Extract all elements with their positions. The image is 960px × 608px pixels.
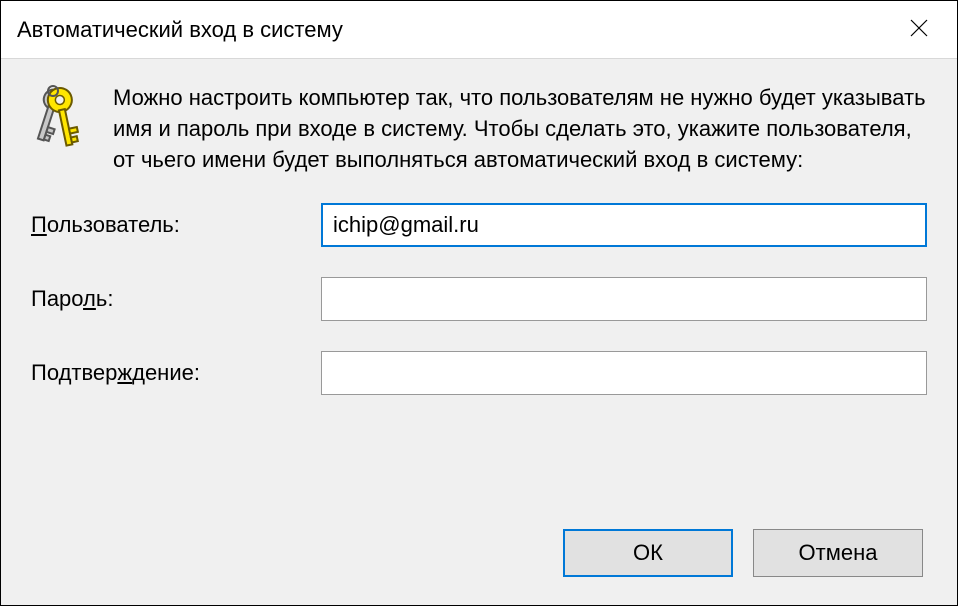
password-row: Пароль: bbox=[31, 277, 927, 321]
user-row: Пользователь: bbox=[31, 203, 927, 247]
titlebar: Автоматический вход в систему bbox=[1, 1, 957, 59]
password-input[interactable] bbox=[321, 277, 927, 321]
dialog-description: Можно настроить компьютер так, что польз… bbox=[113, 83, 927, 175]
dialog-title: Автоматический вход в систему bbox=[17, 17, 343, 43]
description-row: Можно настроить компьютер так, что польз… bbox=[31, 83, 927, 175]
close-icon[interactable] bbox=[899, 16, 939, 44]
button-row: ОК Отмена bbox=[31, 529, 927, 577]
cancel-button[interactable]: Отмена bbox=[753, 529, 923, 577]
dialog-content: Можно настроить компьютер так, что польз… bbox=[1, 59, 957, 605]
confirm-label: Подтверждение: bbox=[31, 360, 321, 386]
password-label: Пароль: bbox=[31, 286, 321, 312]
user-input[interactable] bbox=[321, 203, 927, 247]
keys-icon bbox=[31, 85, 87, 155]
ok-button[interactable]: ОК bbox=[563, 529, 733, 577]
user-label: Пользователь: bbox=[31, 212, 321, 238]
auto-login-dialog: Автоматический вход в систему bbox=[0, 0, 958, 606]
confirm-input[interactable] bbox=[321, 351, 927, 395]
confirm-row: Подтверждение: bbox=[31, 351, 927, 395]
